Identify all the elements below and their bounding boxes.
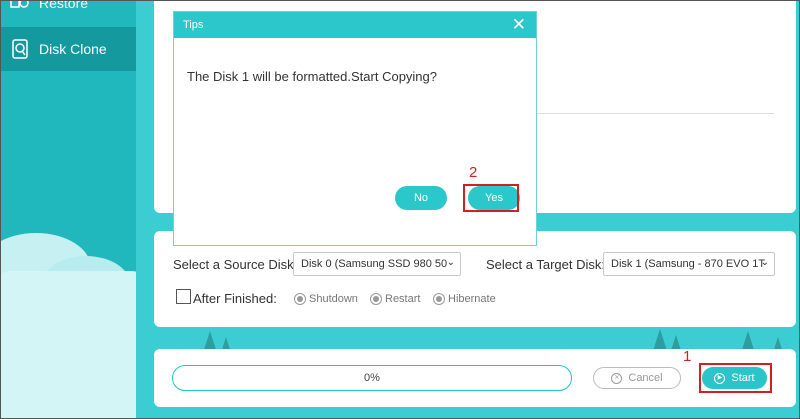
no-button[interactable]: No [395, 186, 447, 210]
progress-bar: 0% [172, 365, 572, 391]
shutdown-label: Shutdown [309, 293, 358, 305]
source-disk-value: Disk 0 (Samsung SSD 980 50 [301, 258, 448, 270]
source-disk-label: Select a Source Disk: [173, 257, 298, 272]
sidebar: Restore Disk Clone [1, 1, 136, 418]
divider [536, 113, 774, 114]
start-highlight-box [699, 363, 772, 393]
cancel-button[interactable]: ✕ Cancel [593, 367, 681, 389]
step-marker-1: 1 [683, 348, 692, 365]
sidebar-item-label: Restore [39, 1, 89, 11]
dialog-title: Tips [183, 19, 204, 31]
disk-clone-icon [10, 39, 30, 59]
target-disk-value: Disk 1 (Samsung - 870 EVO 1T [611, 258, 766, 270]
app-window: Restore Disk Clone Select a Source Disk:… [0, 0, 800, 419]
source-disk-select[interactable]: Disk 0 (Samsung SSD 980 50 ⌄ [293, 252, 461, 276]
sidebar-item-restore[interactable]: Restore [1, 1, 136, 25]
yes-highlight-box [463, 184, 519, 212]
dialog-message: The Disk 1 will be formatted.Start Copyi… [187, 69, 437, 84]
progress-text: 0% [364, 372, 380, 384]
chevron-down-icon: ⌄ [446, 257, 455, 268]
dialog-header: Tips ✕ [174, 12, 536, 38]
sidebar-item-disk-clone[interactable]: Disk Clone [1, 27, 136, 71]
close-icon[interactable]: ✕ [512, 15, 526, 35]
tree-decoration [653, 329, 667, 351]
step-marker-2: 2 [469, 164, 478, 181]
after-finished-label: After Finished: [193, 291, 277, 306]
hibernate-label: Hibernate [448, 293, 496, 305]
target-disk-label: Select a Target Disk: [486, 257, 605, 272]
hibernate-radio[interactable] [433, 293, 445, 305]
restore-icon [10, 1, 30, 13]
cloud-decoration [1, 271, 136, 418]
restart-radio[interactable] [370, 293, 382, 305]
sidebar-item-label: Disk Clone [39, 41, 107, 57]
cancel-icon: ✕ [611, 372, 623, 384]
chevron-down-icon: ⌄ [760, 257, 769, 268]
shutdown-radio[interactable] [294, 293, 306, 305]
after-finished-checkbox[interactable] [176, 289, 191, 304]
target-disk-select[interactable]: Disk 1 (Samsung - 870 EVO 1T ⌄ [603, 252, 775, 276]
restart-label: Restart [385, 293, 421, 305]
cancel-label: Cancel [628, 372, 663, 384]
